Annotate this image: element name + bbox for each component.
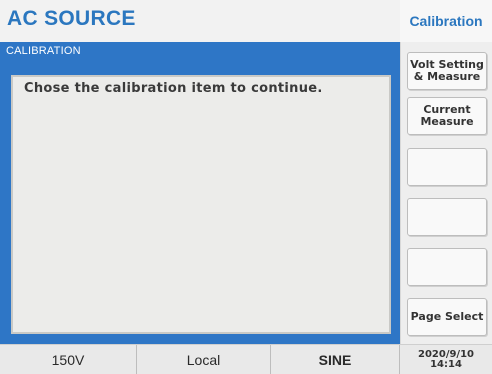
page-select-button[interactable]: Page Select	[407, 298, 487, 336]
title-bar: AC SOURCE Calibration	[0, 0, 492, 42]
date-time-display: 2020/9/10 14:14	[400, 345, 492, 374]
status-bar: 150V Local SINE 2020/9/10 14:14	[0, 344, 492, 374]
softkey-5-button[interactable]	[407, 248, 487, 286]
mode-title: Calibration	[400, 0, 492, 42]
current-measure-button[interactable]: Current Measure	[407, 97, 487, 135]
calibration-panel: CALIBRATION Chose the calibration item t…	[0, 42, 400, 344]
app-title: AC SOURCE	[7, 7, 136, 30]
softkey-sidebar: Volt Setting & Measure Current Measure P…	[400, 42, 492, 344]
message-box: Chose the calibration item to continue.	[11, 75, 391, 334]
control-mode-status: Local	[137, 345, 271, 374]
softkey-4-button[interactable]	[407, 198, 487, 236]
volt-setting-measure-button[interactable]: Volt Setting & Measure	[407, 52, 487, 90]
time-text: 14:14	[430, 359, 462, 370]
instruction-message: Chose the calibration item to continue.	[24, 81, 323, 96]
panel-label: CALIBRATION	[6, 45, 81, 57]
softkey-3-button[interactable]	[407, 148, 487, 186]
waveform-status: SINE	[271, 345, 400, 374]
voltage-range-status: 150V	[0, 345, 137, 374]
